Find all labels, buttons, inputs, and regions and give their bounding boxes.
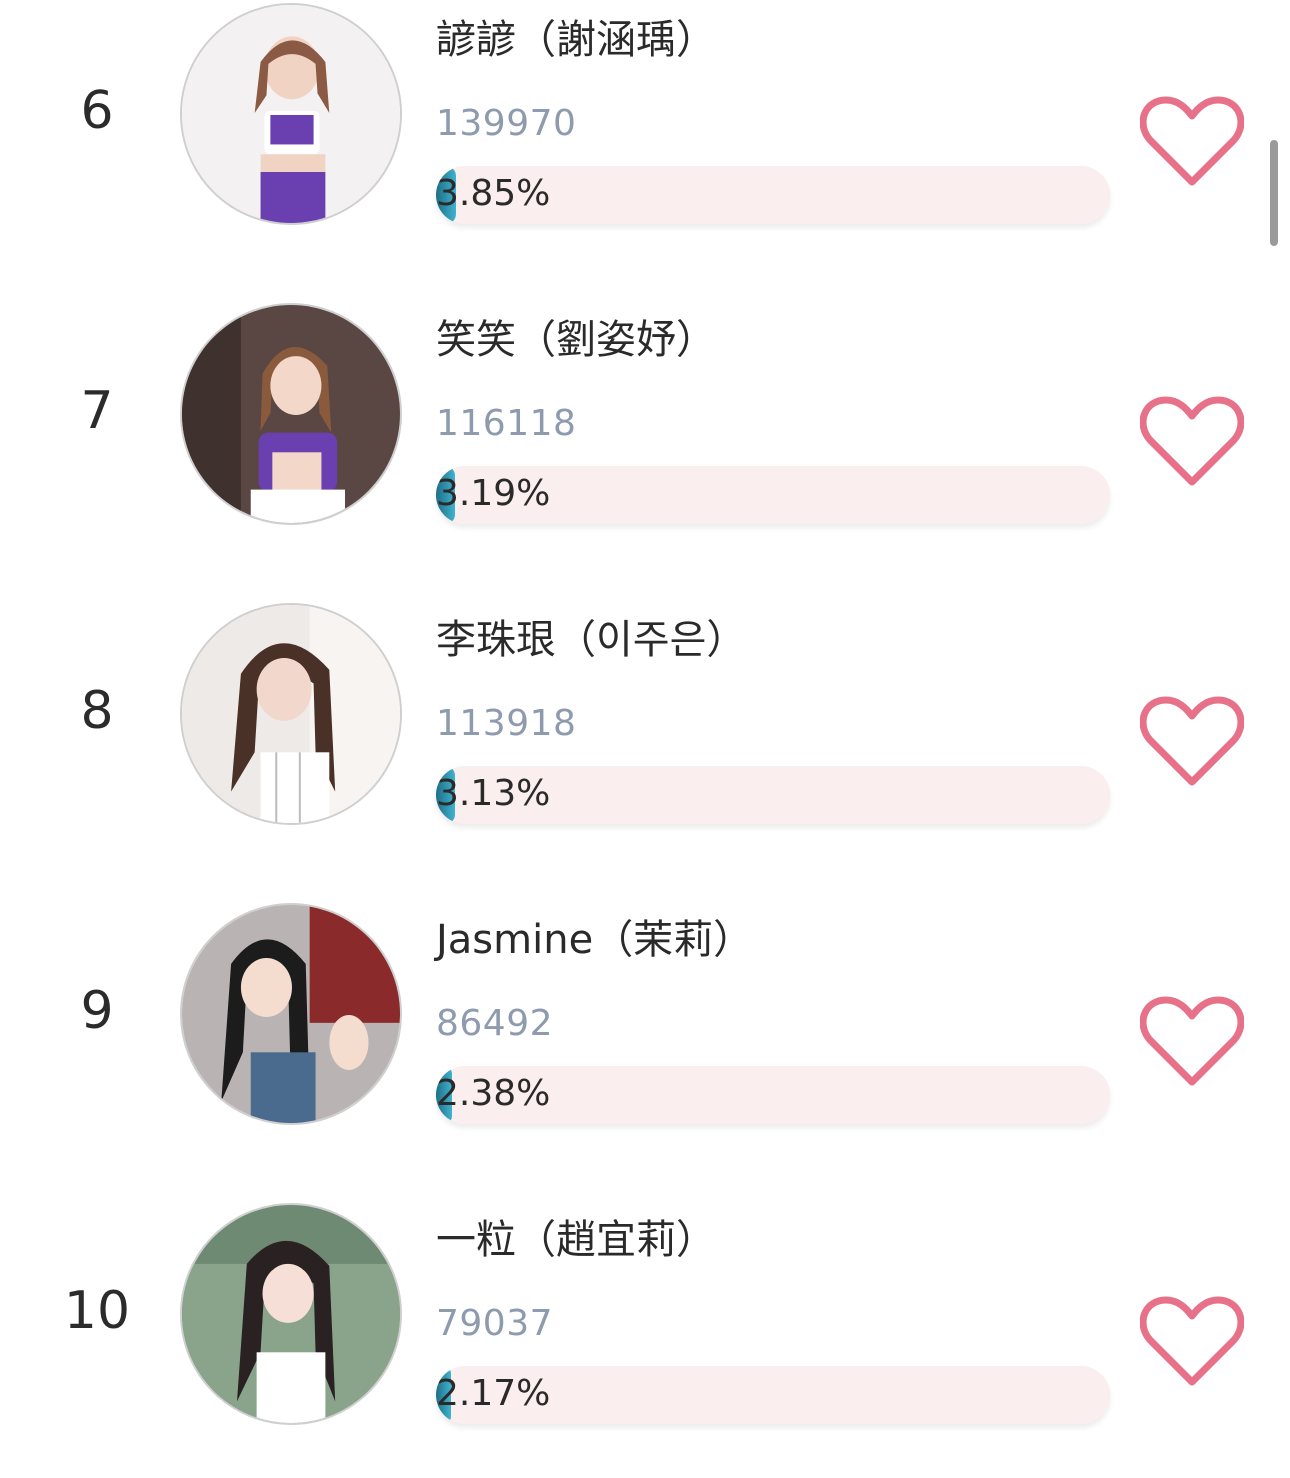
heart-outline-icon[interactable] (1140, 994, 1244, 1088)
avatar[interactable] (180, 603, 402, 825)
heart-outline-icon[interactable] (1140, 94, 1244, 188)
heart-outline-icon[interactable] (1140, 1294, 1244, 1388)
percent-bar: 2.38% (436, 1066, 1110, 1124)
rank-number: 7 (80, 381, 114, 441)
avatar[interactable] (180, 903, 402, 1125)
rank-number: 8 (80, 681, 114, 741)
heart-outline-icon[interactable] (1140, 694, 1244, 788)
ranking-row: 6 諺諺（謝涵瑀） 139970 3.85% (0, 0, 1290, 300)
percent-bar: 3.13% (436, 766, 1110, 824)
ranking-row: 9 Jasmine（茉莉） 86492 2.38% (0, 900, 1290, 1200)
avatar-photo (182, 605, 400, 823)
rank-number: 10 (63, 1281, 131, 1341)
ranking-row: 7 笑笑（劉姿妤） 116118 3.19% (0, 300, 1290, 600)
percent-label: 3.13% (436, 773, 551, 814)
avatar-photo (182, 5, 400, 223)
avatar-photo (182, 905, 400, 1123)
avatar-photo (182, 1205, 400, 1423)
ranking-list: 6 諺諺（謝涵瑀） 139970 3.85% 7 笑笑（劉姿妤） 116118 … (0, 0, 1290, 1478)
percent-label: 3.85% (436, 173, 551, 214)
contestant-name: 諺諺（謝涵瑀） (436, 17, 716, 63)
scrollbar[interactable] (1270, 140, 1278, 246)
avatar-photo (182, 305, 400, 523)
avatar[interactable] (180, 303, 402, 525)
vote-count: 116118 (436, 403, 577, 444)
avatar[interactable] (180, 1203, 402, 1425)
ranking-row: 8 李珠珢（이주은） 113918 3.13% (0, 600, 1290, 900)
percent-label: 2.38% (436, 1073, 551, 1114)
ranking-row: 10 一粒（趙宜莉） 79037 2.17% (0, 1200, 1290, 1478)
contestant-name: Jasmine（茉莉） (436, 917, 754, 963)
percent-bar: 3.85% (436, 166, 1110, 224)
avatar[interactable] (180, 3, 402, 225)
rank-number: 9 (80, 981, 114, 1041)
contestant-name: 笑笑（劉姿妤） (436, 317, 716, 363)
contestant-name: 一粒（趙宜莉） (436, 1217, 716, 1263)
percent-label: 3.19% (436, 473, 551, 514)
contestant-name: 李珠珢（이주은） (436, 617, 747, 663)
heart-outline-icon[interactable] (1140, 394, 1244, 488)
vote-count: 139970 (436, 103, 577, 144)
vote-count: 79037 (436, 1303, 554, 1344)
vote-count: 113918 (436, 703, 577, 744)
percent-label: 2.17% (436, 1373, 551, 1414)
percent-bar: 3.19% (436, 466, 1110, 524)
vote-count: 86492 (436, 1003, 554, 1044)
percent-bar: 2.17% (436, 1366, 1110, 1424)
rank-number: 6 (80, 81, 114, 141)
